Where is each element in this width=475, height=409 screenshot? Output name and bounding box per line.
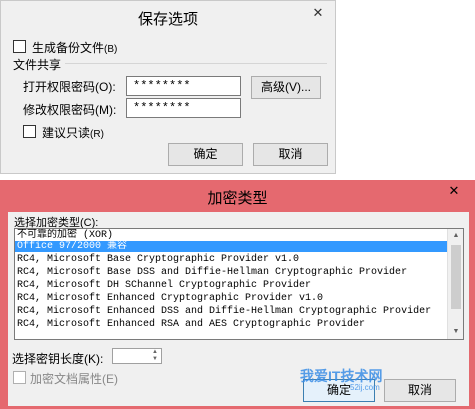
key-length-stepper[interactable]: ▲ ▼ — [112, 348, 162, 364]
encryption-type-dialog: 加密类型 ✕ 选择加密类型(C): 不可靠的加密 (XOR) Office 97… — [0, 180, 475, 409]
readonly-label: 建议只读(R) — [42, 124, 104, 141]
encrypt-cancel-button[interactable]: 取消 — [384, 379, 456, 402]
backup-checkbox[interactable] — [13, 40, 26, 53]
list-item[interactable]: RC4, Microsoft Base DSS and Diffie-Hellm… — [15, 267, 447, 278]
chevron-down-icon[interactable]: ▼ — [149, 356, 161, 363]
encryption-type-list[interactable]: 不可靠的加密 (XOR) Office 97/2000 兼容 RC4, Micr… — [14, 228, 464, 340]
modify-password-label: 修改权限密码(M): — [23, 103, 117, 117]
advanced-button[interactable]: 高级(V)... — [251, 76, 321, 99]
save-ok-button[interactable]: 确定 — [168, 143, 243, 166]
open-password-label: 打开权限密码(O): — [23, 80, 116, 94]
readonly-label-text: 建议只读 — [42, 126, 91, 140]
encrypt-dialog-body: 选择加密类型(C): 不可靠的加密 (XOR) Office 97/2000 兼… — [8, 212, 469, 406]
save-dialog-title: 保存选项 — [137, 11, 198, 28]
open-password-input[interactable] — [126, 76, 241, 96]
readonly-checkbox[interactable] — [23, 125, 36, 138]
save-cancel-button[interactable]: 取消 — [253, 143, 328, 166]
list-item[interactable]: RC4, Microsoft Enhanced Cryptographic Pr… — [15, 293, 447, 304]
file-sharing-divider — [65, 63, 327, 64]
list-scrollbar[interactable]: ▲ ▼ — [447, 229, 463, 339]
close-icon[interactable]: ✕ — [433, 180, 475, 202]
list-item[interactable]: RC4, Microsoft Enhanced DSS and Diffie-H… — [15, 306, 447, 317]
save-dialog-titlebar: 保存选项 ✕ — [1, 1, 335, 34]
backup-label-key: (B) — [104, 44, 118, 55]
modify-password-input[interactable] — [126, 98, 241, 118]
scroll-thumb[interactable] — [451, 245, 461, 309]
list-item[interactable]: RC4, Microsoft Enhanced RSA and AES Cryp… — [15, 319, 447, 330]
list-item[interactable]: RC4, Microsoft Base Cryptographic Provid… — [15, 254, 447, 265]
encrypt-properties-checkbox[interactable] — [13, 371, 26, 384]
encrypt-properties-label: 加密文档属性(E) — [30, 372, 118, 386]
list-item[interactable]: RC4, Microsoft DH SChannel Cryptographic… — [15, 280, 447, 291]
list-item-selected[interactable]: Office 97/2000 兼容 — [15, 241, 447, 252]
backup-label-text: 生成备份文件 — [32, 41, 105, 55]
save-options-dialog: 保存选项 ✕ 生成备份文件(B) 文件共享 打开权限密码(O): 高级(V)..… — [0, 0, 336, 174]
backup-label: 生成备份文件(B) — [32, 39, 117, 56]
close-icon[interactable]: ✕ — [301, 1, 335, 25]
scroll-down-icon[interactable]: ▼ — [448, 325, 463, 339]
encrypt-dialog-title: 加密类型 — [207, 190, 268, 207]
list-item[interactable]: 不可靠的加密 (XOR) — [15, 230, 447, 241]
watermark-subtext: 52ij.com — [350, 383, 380, 392]
file-sharing-label: 文件共享 — [13, 58, 62, 72]
readonly-label-key: (R) — [90, 129, 104, 140]
scroll-up-icon[interactable]: ▲ — [448, 229, 463, 243]
chevron-up-icon[interactable]: ▲ — [149, 349, 161, 356]
key-length-label: 选择密钥长度(K): — [12, 352, 104, 366]
